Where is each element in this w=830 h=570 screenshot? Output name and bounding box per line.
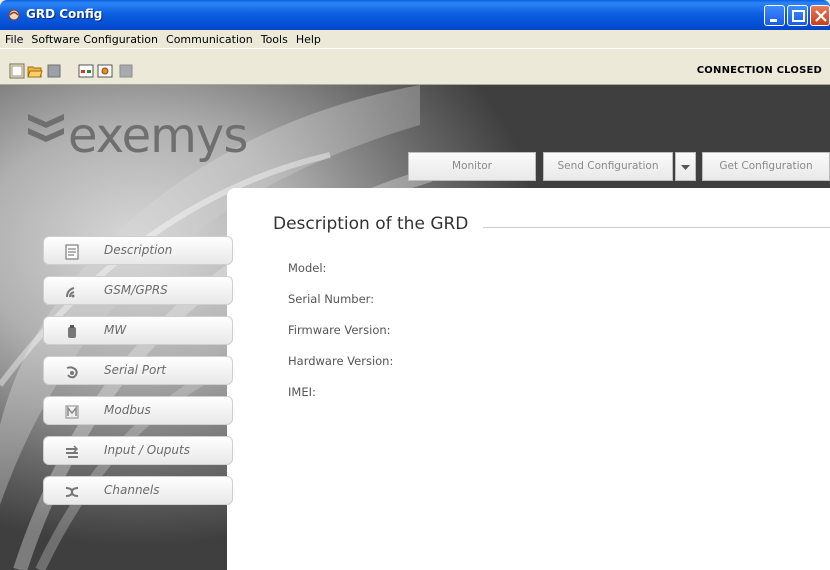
sidebar-item-modbus[interactable]: Modbus [43,396,233,425]
channels-icon [65,487,79,497]
app-icon [8,9,20,21]
heading-divider [483,227,830,228]
minimize-icon [770,19,777,22]
sidebar-item-description[interactable]: Description [43,236,233,265]
sidebar-item-label: Description [104,243,173,257]
sidebar-item-label: MW [104,323,127,337]
settings-window-icon[interactable] [97,63,113,79]
title-bar: GRD Config [0,0,830,30]
close-button[interactable] [810,5,830,26]
signal-icon [66,287,75,298]
section-heading: Description of the GRD [273,214,469,234]
model-label: Model: [288,261,327,275]
close-icon [815,10,827,22]
sidebar-item-mw[interactable]: MW [43,316,233,345]
get-configuration-button[interactable]: Get Configuration [702,152,830,181]
serial-number-label: Serial Number: [288,292,375,306]
sidebar-item-input-outputs[interactable]: Input / Ouputs [43,436,233,465]
menu-bar: File Software Configuration Communicatio… [0,30,830,48]
logo-text: exemys [68,108,248,164]
toolbar: CONNECTION CLOSED [0,48,830,85]
sidebar-item-label: Channels [104,483,160,497]
sidebar-item-label: Input / Ouputs [104,443,190,457]
plug-icon [66,366,78,379]
sidebar-item-label: GSM/GPRS [104,283,168,297]
menu-tools[interactable]: Tools [258,33,293,46]
firmware-version-label: Firmware Version: [288,323,391,337]
open-folder-icon[interactable] [27,63,43,79]
menu-help[interactable]: Help [293,33,326,46]
minimize-button[interactable] [764,5,785,26]
new-file-icon[interactable] [9,63,25,79]
io-icon [66,445,79,458]
cylinder-icon [68,325,76,338]
modbus-icon [65,405,79,419]
menu-communication[interactable]: Communication [163,33,258,46]
imei-label: IMEI: [288,385,316,399]
chevron-down-icon [681,165,690,170]
disabled-tool-icon[interactable] [118,63,134,79]
sidebar-item-gsm-gprs[interactable]: GSM/GPRS [43,276,233,305]
save-icon[interactable] [46,63,62,79]
content-panel: Description of the GRD Model: Serial Num… [227,188,830,570]
hardware-version-label: Hardware Version: [288,354,394,368]
sidebar-item-label: Modbus [104,403,151,417]
send-configuration-button[interactable]: Send Configuration [543,152,673,181]
document-icon [65,244,79,260]
sidebar-item-serial-port[interactable]: Serial Port [43,356,233,385]
menu-software-configuration[interactable]: Software Configuration [28,33,163,46]
connection-status: CONNECTION CLOSED [696,65,822,76]
sidebar-item-label: Serial Port [104,363,166,377]
menu-file[interactable]: File [2,33,28,46]
send-options-dropdown[interactable] [675,152,696,181]
sidebar-item-channels[interactable]: Channels [43,476,233,505]
connect-icon[interactable] [78,63,94,79]
logo-mark-icon [28,114,64,142]
window-title: GRD Config [26,7,103,21]
exemys-logo: exemys [28,108,248,164]
maximize-icon [792,10,805,22]
maximize-button[interactable] [787,5,808,26]
main-area: exemys Monitor Send Configuration Get Co… [0,85,830,570]
monitor-button[interactable]: Monitor [408,152,536,181]
